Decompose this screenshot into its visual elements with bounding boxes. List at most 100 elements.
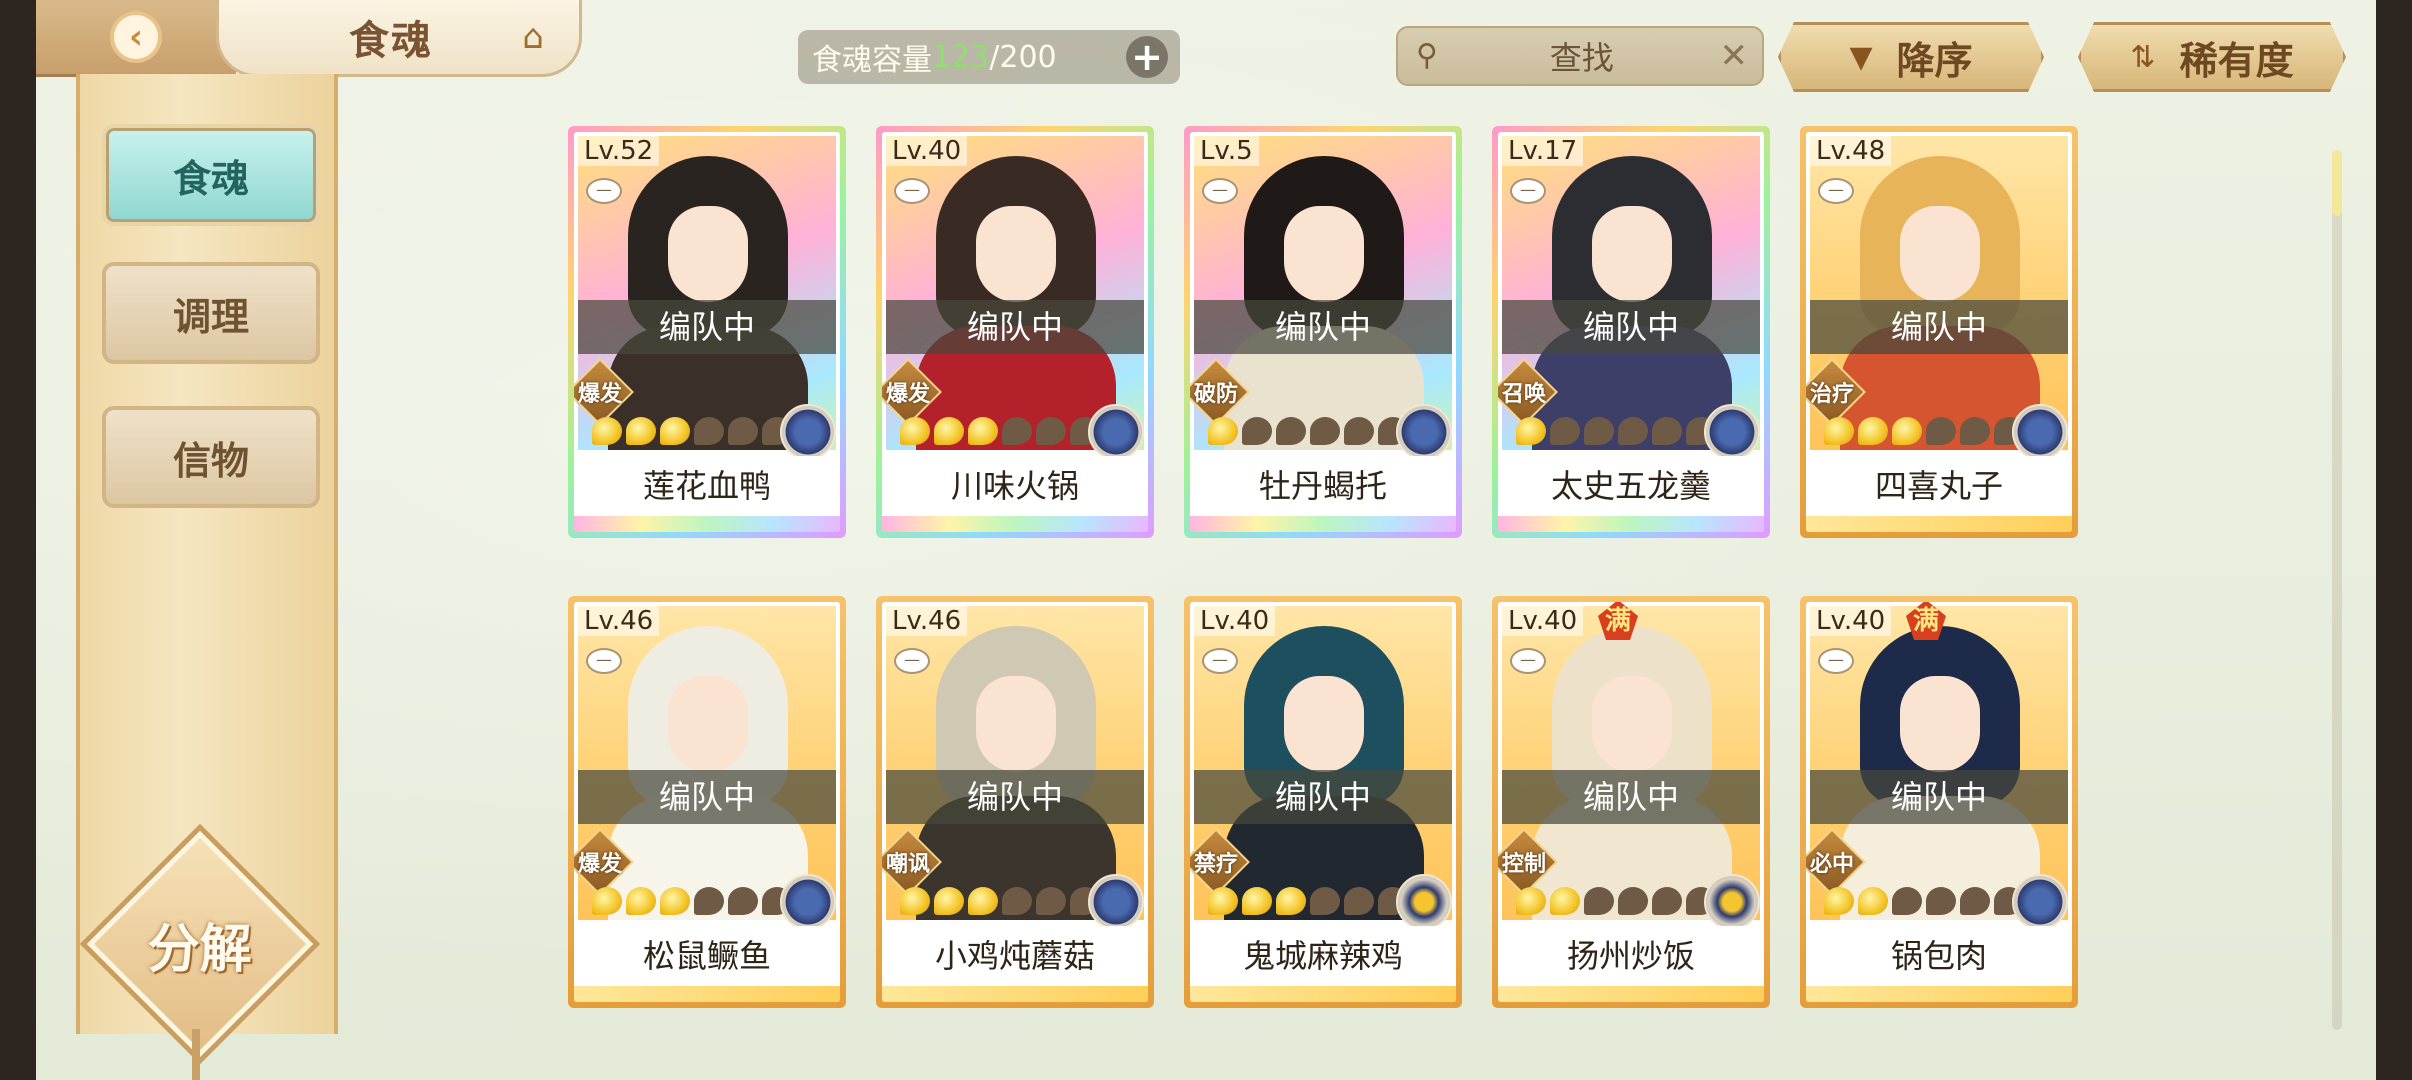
page-title: 食魂 [349,17,433,64]
food-soul-name: 鬼城麻辣鸡 [1190,926,1456,986]
role-badge: 治疗 [1806,358,1866,426]
add-capacity-button[interactable]: + [1126,36,1168,78]
rarity-strip [1498,516,1764,532]
star-icon [694,887,724,915]
star-rating [1516,417,1716,447]
star-icon [626,417,656,445]
food-soul-card[interactable]: Lv.48 — 编队中 治疗 四喜丸子 [1800,126,2078,538]
star-icon [1516,417,1546,445]
star-icon [968,887,998,915]
portrait-face [668,676,748,772]
rarity-strip [882,516,1148,532]
role-label: 必中 [1809,852,1854,877]
collapse-icon[interactable]: — [1202,178,1238,204]
collapse-icon[interactable]: — [894,178,930,204]
food-soul-name: 四喜丸子 [1806,456,2072,516]
tab-tokens[interactable]: 信物 [102,406,320,508]
role-badge: 禁疗 [1190,828,1250,896]
star-rating [900,887,1100,917]
rarity-strip [1498,986,1764,1002]
star-icon [1310,417,1340,445]
role-badge: 爆发 [574,828,634,896]
tassel-decoration [192,1029,200,1080]
food-soul-card[interactable]: Lv.40 满 — 编队中 必中 锅包肉 [1800,596,2078,1008]
star-icon [1242,887,1272,915]
star-icon [1652,417,1682,445]
sort-order-button[interactable]: ▼ 降序 [1778,22,2044,92]
portrait-face [976,206,1056,302]
star-icon [1824,887,1854,915]
collapse-icon[interactable]: — [586,178,622,204]
element-emblem-icon [1396,404,1452,460]
star-icon [1858,417,1888,445]
food-soul-card[interactable]: Lv.17 — 编队中 召唤 太史五龙羹 [1492,126,1770,538]
star-icon [1618,887,1648,915]
star-icon [1960,417,1990,445]
star-icon [1618,417,1648,445]
role-badge: 召唤 [1498,358,1558,426]
sort-key-button[interactable]: ⇅ 稀有度 [2078,22,2346,92]
role-badge: 破防 [1190,358,1250,426]
pavilion-icon[interactable]: ⌂ [511,18,555,56]
scrollbar[interactable] [2332,150,2342,1030]
scrollbar-thumb[interactable] [2332,150,2342,216]
collapse-icon[interactable]: — [894,648,930,674]
food-soul-card[interactable]: Lv.52 — 编队中 爆发 莲花血鸭 [568,126,846,538]
collapse-icon[interactable]: — [586,648,622,674]
star-icon [1960,887,1990,915]
search-placeholder[interactable]: 查找 [1444,33,1720,79]
role-label: 嘲讽 [885,852,930,877]
collapse-icon[interactable]: — [1510,648,1546,674]
decompose-label: 分解 [147,918,253,980]
magnifier-icon: ⚲ [1416,38,1438,73]
food-soul-card[interactable]: Lv.46 — 编队中 嘲讽 小鸡炖蘑菇 [876,596,1154,1008]
team-status: 编队中 [1502,770,1760,824]
team-status: 编队中 [1810,300,2068,354]
rarity-strip [1190,516,1456,532]
capacity-label: 食魂容量 [812,43,932,78]
star-icon [1208,887,1238,915]
star-icon [1550,417,1580,445]
star-icon [1892,887,1922,915]
close-icon[interactable]: ✕ [1720,36,1749,76]
role-label: 召唤 [1501,382,1546,407]
tab-food-souls[interactable]: 食魂 [102,124,320,226]
tab-conditioning[interactable]: 调理 [102,262,320,364]
portrait-face [1592,676,1672,772]
food-soul-card[interactable]: Lv.5 — 编队中 破防 牡丹蝎托 [1184,126,1462,538]
food-soul-name: 松鼠鳜鱼 [574,926,840,986]
food-soul-card[interactable]: Lv.40 — 编队中 禁疗 鬼城麻辣鸡 [1184,596,1462,1008]
star-icon [1550,887,1580,915]
sidebar: 食魂 调理 信物 分解 [76,74,338,1080]
card-inner: Lv.17 — 编队中 召唤 太史五龙羹 [1498,132,1764,532]
element-emblem-icon [1088,404,1144,460]
card-inner: Lv.46 — 编队中 嘲讽 小鸡炖蘑菇 [882,602,1148,1002]
role-label: 破防 [1193,382,1238,407]
capacity-separator: / [989,39,1000,75]
food-soul-card[interactable]: Lv.46 — 编队中 爆发 松鼠鳜鱼 [568,596,846,1008]
food-soul-card[interactable]: Lv.40 — 编队中 爆发 川味火锅 [876,126,1154,538]
decompose-button[interactable]: 分解 [86,830,314,1058]
rarity-strip [882,986,1148,1002]
star-icon [1276,417,1306,445]
star-icon [934,887,964,915]
card-inner: Lv.48 — 编队中 治疗 四喜丸子 [1806,132,2072,532]
search-box[interactable]: ⚲ 查找 ✕ [1396,26,1764,86]
card-inner: Lv.40 — 编队中 禁疗 鬼城麻辣鸡 [1190,602,1456,1002]
food-soul-card[interactable]: Lv.40 满 — 编队中 控制 扬州炒饭 [1492,596,1770,1008]
collapse-icon[interactable]: — [1818,648,1854,674]
collapse-icon[interactable]: — [1202,648,1238,674]
portrait-face [976,676,1056,772]
star-rating [1824,417,2024,447]
star-icon [660,417,690,445]
star-icon [1926,417,1956,445]
back-button[interactable]: ‹ [36,0,236,77]
card-inner: Lv.40 — 编队中 爆发 川味火锅 [882,132,1148,532]
collapse-icon[interactable]: — [1818,178,1854,204]
collapse-icon[interactable]: — [1510,178,1546,204]
star-rating [1208,417,1408,447]
tab-label: 食魂 [172,155,249,201]
role-label: 控制 [1501,852,1546,877]
star-icon [1242,417,1272,445]
star-icon [1652,887,1682,915]
